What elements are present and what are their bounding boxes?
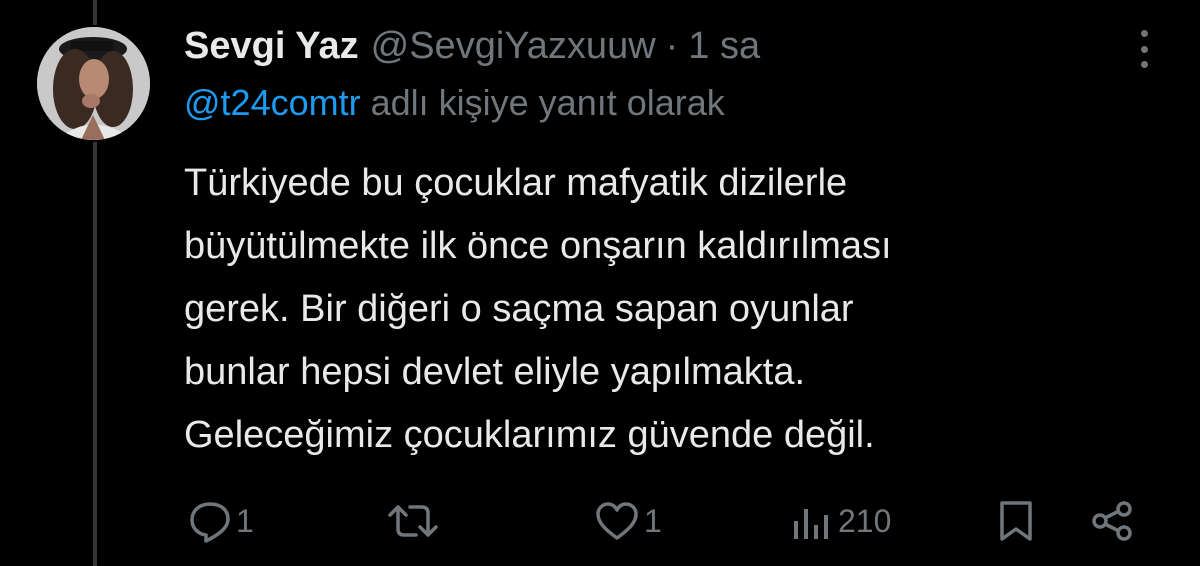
like-button[interactable]: 1 [594,494,662,548]
tweet-text-line: Geleceğimiz çocuklarımız güvende değil. [184,414,875,456]
reply-count: 1 [236,502,254,539]
user-handle[interactable]: @SevgiYazxuuw [371,25,656,68]
tweet-text-line: büyütülmekte ilk önce onşarın kaldırılma… [184,225,892,267]
reply-mention-link[interactable]: @t24comtr [184,82,361,123]
share-button[interactable] [1090,494,1136,548]
tweet-text-line: bunlar hepsi devlet eliyle yapılmakta. [184,351,806,393]
reply-button[interactable]: 1 [188,494,254,548]
separator-dot: · [665,24,679,67]
display-name[interactable]: Sevgi Yaz [184,25,359,68]
bookmark-button[interactable] [996,494,1036,548]
tweet[interactable]: Sevgi Yaz @SevgiYazxuuw · 1 sa @t24comtr… [0,0,1200,566]
reply-icon [190,502,230,543]
reply-context: @t24comtr adlı kişiye yanıt olarak [184,82,725,124]
timestamp[interactable]: 1 sa [688,25,760,68]
tweet-text: Türkiyede bu çocuklar mafyatik dizilerle… [184,152,1164,467]
tweet-text-line: Türkiyede bu çocuklar mafyatik dizilerle [184,162,848,204]
like-count: 1 [644,502,662,539]
retweet-button[interactable] [388,494,442,548]
more-options-button[interactable] [1132,30,1156,68]
tweet-text-line: gerek. Bir diğeri o saçma sapan oyunlar [184,288,854,330]
avatar-image [37,27,150,140]
views-count: 210 [838,502,892,539]
views-icon [794,509,828,539]
share-icon [1092,501,1132,541]
avatar[interactable] [37,27,150,140]
retweet-icon [388,505,438,537]
views-button[interactable]: 210 [790,494,891,548]
more-icon [1140,30,1148,37]
reply-context-text: adlı kişiye yanıt olarak [370,82,725,123]
bookmark-icon [1000,501,1032,541]
tweet-header: Sevgi Yaz @SevgiYazxuuw · 1 sa [184,18,760,74]
heart-icon [596,502,638,540]
action-bar: 1 1 210 [0,494,1200,548]
